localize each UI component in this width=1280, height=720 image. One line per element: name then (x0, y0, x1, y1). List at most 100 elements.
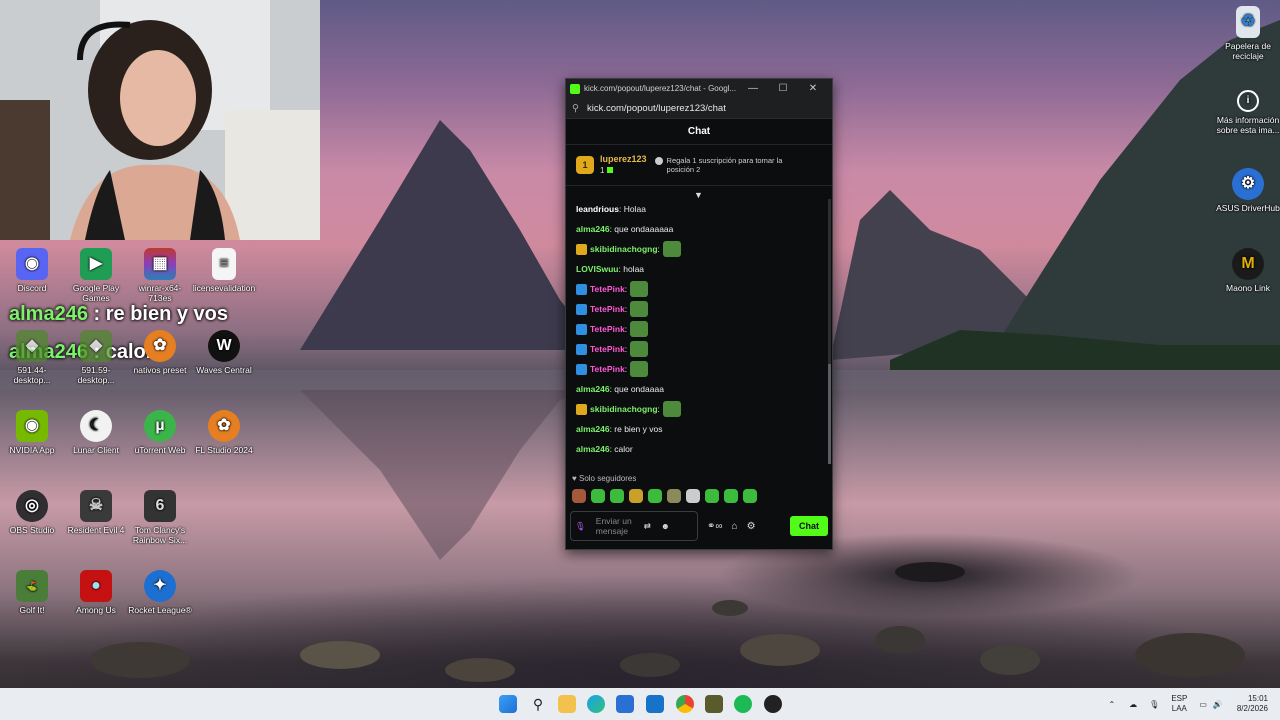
url-text: kick.com/popout/luperez123/chat (586, 102, 726, 114)
site-settings-icon[interactable]: ⚲ (572, 103, 579, 114)
gift-leaderboard[interactable]: 1 luperez123 1 Regala 1 suscripción para… (566, 145, 832, 186)
user-badge-icon (576, 283, 587, 295)
quick-emote-bar[interactable] (572, 489, 757, 503)
among-us-shortcut[interactable]: ● Among Us (64, 570, 128, 615)
chat-username[interactable]: TetePink (590, 284, 625, 294)
chat-username[interactable]: TetePink (590, 304, 625, 314)
chat-username[interactable]: skibidinachogng (590, 404, 658, 414)
chat-username[interactable]: skibidinachogng (590, 244, 658, 254)
emote-icon[interactable] (648, 489, 662, 503)
emote-icon[interactable] (743, 489, 757, 503)
emote-icon[interactable] (667, 489, 681, 503)
chat-username[interactable]: TetePink (590, 364, 625, 374)
golf-it-shortcut[interactable]: ⛳ Golf It! (0, 570, 64, 615)
chat-message[interactable]: alma246: re bien y vos (566, 419, 824, 439)
fl-studio-shortcut[interactable]: ✿ FL Studio 2024 (192, 410, 256, 455)
chat-message[interactable]: TetePink: (566, 339, 824, 359)
file-explorer-icon[interactable] (558, 695, 576, 713)
emote-icon[interactable] (705, 489, 719, 503)
chat-message[interactable]: alma246: que ondaaaa (566, 379, 824, 399)
outlook-icon[interactable] (646, 695, 664, 713)
chat-message[interactable]: skibidinachogng: (566, 399, 824, 419)
chat-message[interactable]: alma246: que ondaaaaaa (566, 219, 824, 239)
lunar-client-shortcut[interactable]: ☾ Lunar Client (64, 410, 128, 455)
google-play-games-shortcut[interactable]: ▶ Google Play Games (64, 248, 128, 303)
maximize-button[interactable]: ☐ (768, 83, 798, 94)
chat-message-text: : que ondaaaa (609, 384, 664, 394)
chat-message[interactable]: TetePink: (566, 319, 824, 339)
licensevalidation-file[interactable]: ≡ licensevalidation (192, 248, 256, 293)
show-hidden-icons-icon[interactable]: ⌃ (1108, 700, 1115, 709)
store-app-icon[interactable] (616, 695, 634, 713)
emoji-icon[interactable]: ☻ (661, 521, 670, 531)
chat-message[interactable]: skibidinachogng: (566, 239, 824, 259)
volume-icon[interactable]: 🔊 (1213, 700, 1223, 709)
scrollbar-thumb[interactable] (828, 364, 831, 464)
microphone-icon[interactable]: 🎙 (575, 521, 586, 532)
more-info-shortcut[interactable]: i Más información sobre esta ima... (1216, 90, 1280, 135)
emote-icon[interactable] (724, 489, 738, 503)
clock[interactable]: 15:01 8/2/2026 (1237, 694, 1268, 714)
emote-icon[interactable] (572, 489, 586, 503)
onedrive-icon[interactable]: ☁ (1129, 700, 1137, 709)
search-icon[interactable]: ⚲ (529, 695, 547, 713)
microphone-tray-icon[interactable]: 🎙 (1149, 700, 1159, 709)
asus-driverhub-shortcut[interactable]: ⚙ ASUS DriverHub (1216, 168, 1280, 213)
nvidia-app-shortcut[interactable]: ◉ NVIDIA App (0, 410, 64, 455)
language-indicator[interactable]: ESP LAA (1171, 694, 1187, 714)
chat-message[interactable]: alma246: calor (566, 439, 824, 459)
resident-evil-4-shortcut[interactable]: ☠ Resident Evil 4 (64, 490, 128, 535)
chat-username[interactable]: alma246 (576, 224, 610, 234)
nvidia-installer-1-shortcut[interactable]: ◆ 591.44-desktop... (0, 330, 64, 385)
chat-scrollbar[interactable] (828, 199, 831, 464)
emote-icon[interactable] (610, 489, 624, 503)
network-icon[interactable]: ▭ (1199, 700, 1207, 709)
chat-message-text: : calor (609, 444, 633, 454)
waves-central-shortcut[interactable]: W Waves Central (192, 330, 256, 375)
emote-icon[interactable] (591, 489, 605, 503)
maono-link-shortcut[interactable]: M Maono Link (1216, 248, 1280, 293)
chrome-icon[interactable] (676, 695, 694, 713)
chat-message-list[interactable]: leandrious: Holaa alma246: que ondaaaaaa s… (566, 199, 824, 469)
winrar-shortcut[interactable]: ▦ winrar-x64-713es (128, 248, 192, 303)
window-titlebar[interactable]: kick.com/popout/luperez123/chat - Googl.… (566, 79, 832, 98)
chat-username[interactable]: leandrious (576, 204, 619, 214)
send-chat-button[interactable]: Chat (790, 516, 828, 536)
rocket-league-shortcut[interactable]: ✦ Rocket League® (128, 570, 192, 615)
store-icon[interactable]: ⌂ (732, 521, 738, 532)
chat-username[interactable]: alma246 (576, 424, 610, 434)
chat-username[interactable]: alma246 (576, 444, 610, 454)
emote-icon[interactable] (629, 489, 643, 503)
chat-message[interactable]: TetePink: (566, 279, 824, 299)
recycle-bin-shortcut[interactable]: ♻ Papelera de reciclaje (1216, 6, 1280, 61)
close-button[interactable]: ✕ (798, 83, 828, 94)
discord-shortcut[interactable]: ◉ Discord (0, 248, 64, 293)
chat-message[interactable]: TetePink: (566, 299, 824, 319)
chat-message[interactable]: LOVISwuu: holaa (566, 259, 824, 279)
combo-icon[interactable]: ⚭∞ (707, 521, 723, 532)
obs-studio-shortcut[interactable]: ◎ OBS Studio (0, 490, 64, 535)
settings-gear-icon[interactable]: ⚙ (747, 521, 756, 532)
chat-message[interactable]: leandrious: Holaa (566, 199, 824, 219)
address-bar[interactable]: ⚲ kick.com/popout/luperez123/chat (566, 98, 832, 119)
minecraft-icon[interactable] (705, 695, 723, 713)
leaderboard-user[interactable]: luperez123 1 (600, 153, 647, 177)
translate-icon[interactable]: ⇄ (644, 521, 651, 532)
chat-username[interactable]: TetePink (590, 324, 625, 334)
obs-taskbar-icon[interactable] (764, 695, 782, 713)
chat-username[interactable]: TetePink (590, 344, 625, 354)
rainbow-six-shortcut[interactable]: 6 Tom Clancy's Rainbow Six... (128, 490, 192, 545)
chat-username[interactable]: alma246 (576, 384, 610, 394)
chat-username[interactable]: LOVISwuu (576, 264, 619, 274)
utorrent-web-shortcut[interactable]: µ uTorrent Web (128, 410, 192, 455)
spotify-icon[interactable] (734, 695, 752, 713)
nvidia-installer-2-shortcut[interactable]: ◆ 591.59-desktop... (64, 330, 128, 385)
gift-subscription-prompt[interactable]: Regala 1 suscripción para tomar la posic… (654, 156, 795, 174)
nativos-preset-file[interactable]: ✿ nativos preset (128, 330, 192, 375)
chat-message[interactable]: TetePink: (566, 359, 824, 379)
emote-icon[interactable] (686, 489, 700, 503)
edge-icon[interactable] (587, 695, 605, 713)
start-button-icon[interactable] (499, 695, 517, 713)
minimize-button[interactable]: — (738, 83, 768, 94)
message-input[interactable]: 🎙 Enviar un mensaje ⇄ ☻ (570, 511, 698, 541)
